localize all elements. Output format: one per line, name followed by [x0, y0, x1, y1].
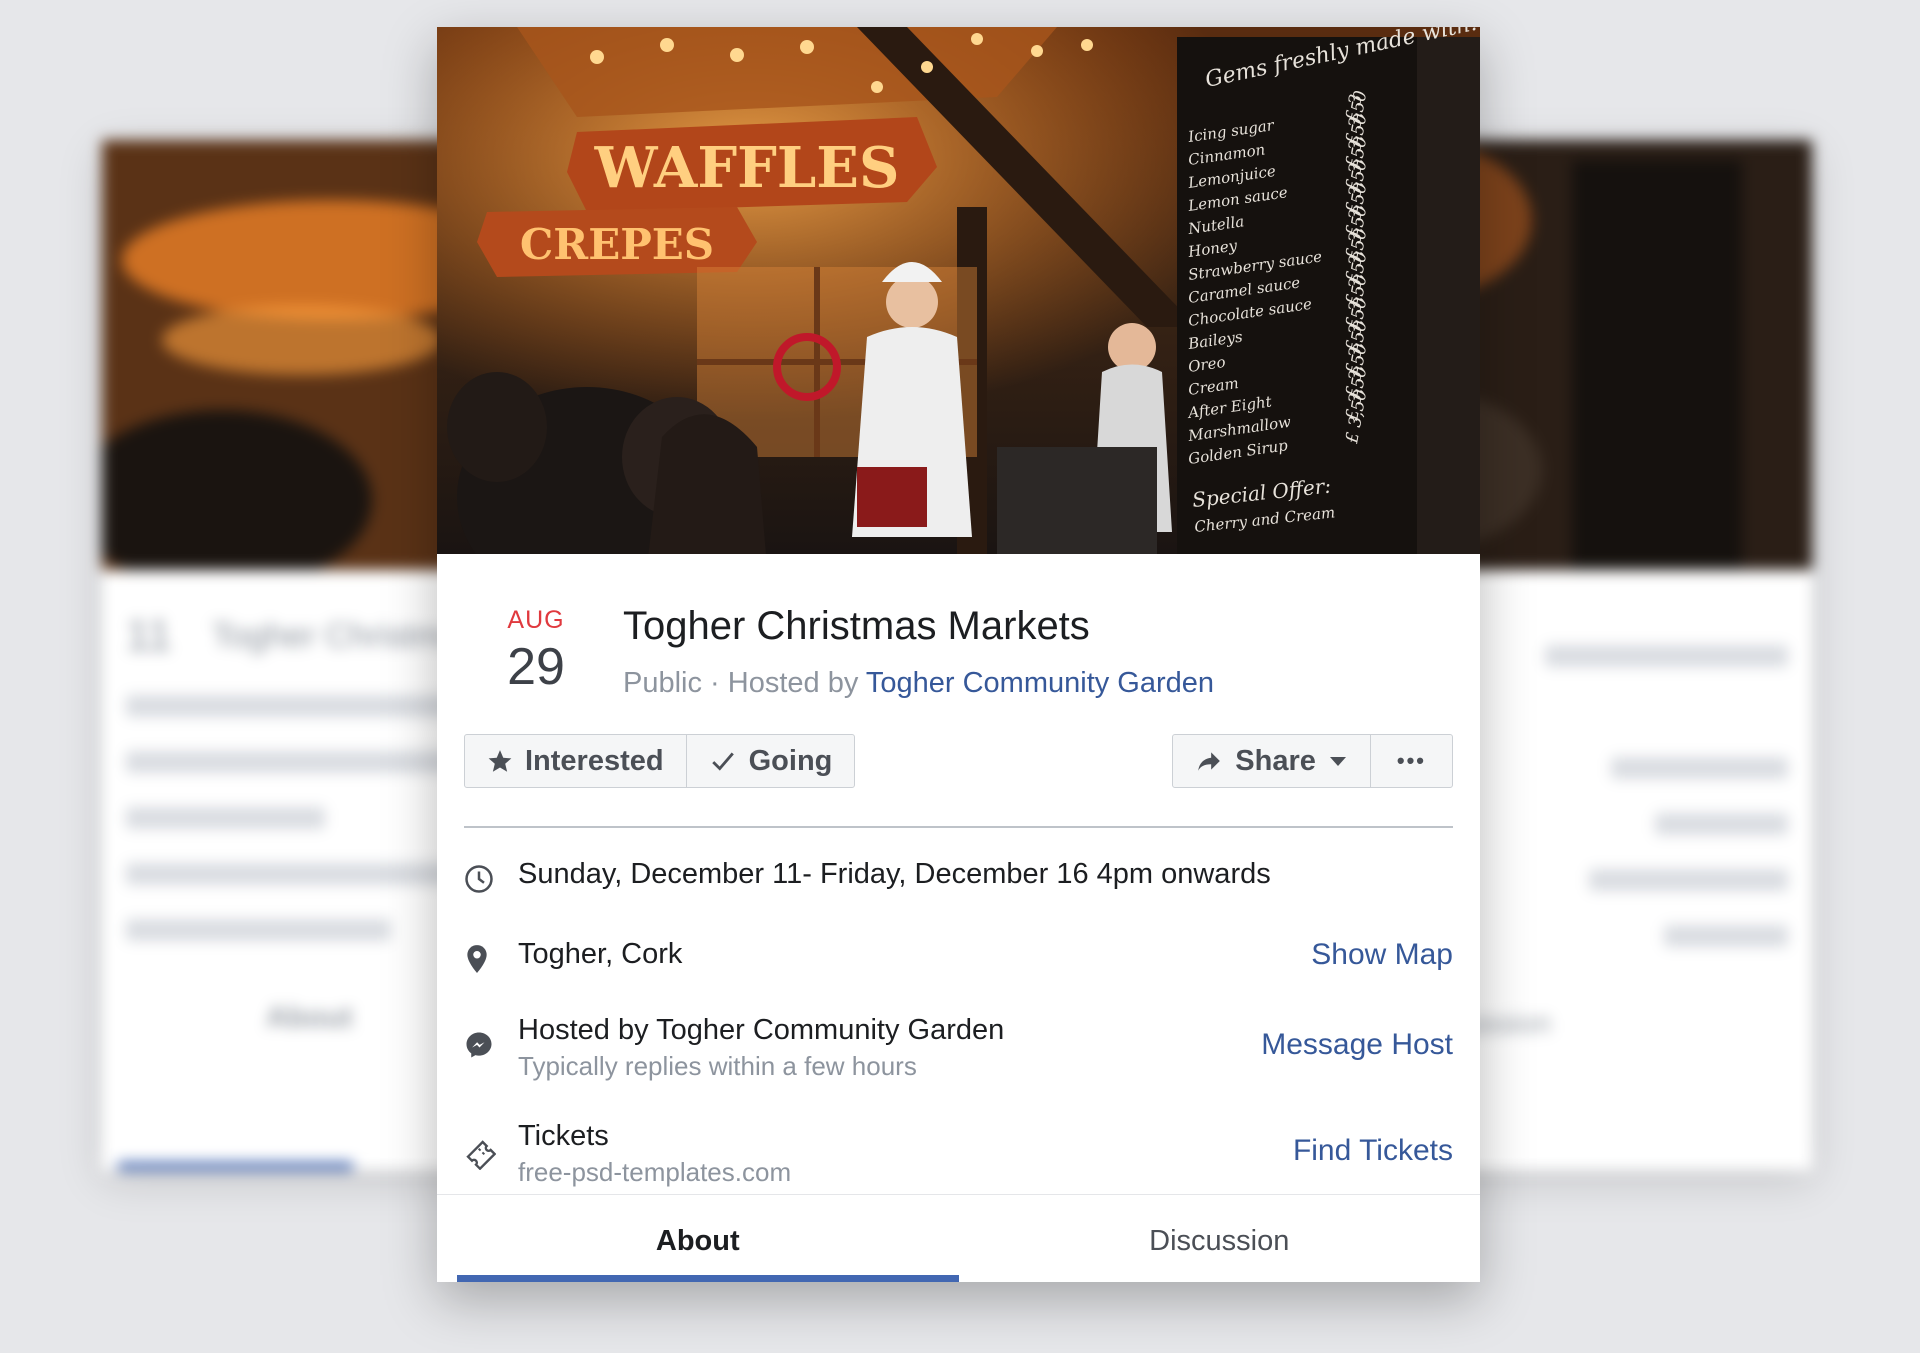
checkmark-icon [709, 748, 737, 774]
cover-illustration: WAFFLES CREPES Gems freshly made with:Ic… [437, 27, 1480, 554]
more-options-button[interactable]: ••• [1371, 735, 1452, 787]
clock-icon [464, 858, 518, 894]
find-tickets-link[interactable]: Find Tickets [1293, 1134, 1453, 1168]
event-header: AUG 29 Togher Christmas Markets Public ·… [437, 554, 1480, 734]
tab-about[interactable]: About [437, 1195, 959, 1282]
event-cover-photo: WAFFLES CREPES Gems freshly made with: Ic… [437, 27, 1480, 554]
share-arrow-icon [1195, 748, 1223, 774]
event-title-block: Togher Christmas Markets Public · Hosted… [623, 604, 1214, 700]
messenger-icon [464, 1014, 518, 1060]
event-subtitle: Public · Hosted by Togher Community Gard… [623, 667, 1214, 700]
event-actions: Interested Going Share ••• [464, 734, 1453, 812]
location-pin-icon [464, 938, 518, 974]
more-dots-icon: ••• [1396, 748, 1426, 773]
waffles-sign: WAFFLES [594, 135, 900, 201]
event-day: 29 [507, 638, 565, 696]
message-host-link[interactable]: Message Host [1261, 1028, 1453, 1062]
background-day: 11 [126, 611, 172, 660]
detail-row-datetime: Sunday, December 11- Friday, December 16… [464, 858, 1453, 894]
chevron-down-icon [1328, 754, 1348, 768]
event-details: Sunday, December 11- Friday, December 16… [464, 858, 1453, 1188]
tab-discussion[interactable]: Discussion [959, 1195, 1481, 1282]
crepes-sign: CREPES [520, 220, 714, 269]
show-map-link[interactable]: Show Map [1311, 938, 1453, 972]
detail-row-location: Togher, Cork Show Map [464, 938, 1453, 974]
ticket-icon [464, 1120, 518, 1170]
share-label: Share [1235, 744, 1316, 777]
event-title: Togher Christmas Markets [623, 604, 1090, 648]
event-visibility: Public · Hosted by [623, 667, 859, 699]
detail-row-host: Hosted by Togher Community Garden Typica… [464, 1014, 1453, 1082]
going-label: Going [748, 744, 833, 777]
star-icon [487, 748, 513, 774]
interested-button[interactable]: Interested [465, 735, 687, 787]
rsvp-button-group: Interested Going [464, 734, 856, 788]
event-tabs: About Discussion [437, 1194, 1480, 1282]
share-button[interactable]: Share [1173, 735, 1371, 787]
going-button[interactable]: Going [687, 735, 855, 787]
detail-row-tickets: Tickets free-psd-templates.com Find Tick… [464, 1120, 1453, 1188]
event-datetime: Sunday, December 11- Friday, December 16… [518, 858, 1271, 890]
interested-label: Interested [525, 744, 664, 777]
section-divider [464, 826, 1453, 828]
share-button-group: Share ••• [1172, 734, 1453, 788]
event-month: AUG [507, 606, 565, 634]
stage: 11 Togher Christmas About Discussion [0, 0, 1920, 1353]
event-card: WAFFLES CREPES Gems freshly made with: Ic… [437, 27, 1480, 1282]
event-date: AUG 29 [481, 606, 591, 697]
event-host-link[interactable]: Togher Community Garden [866, 667, 1214, 699]
